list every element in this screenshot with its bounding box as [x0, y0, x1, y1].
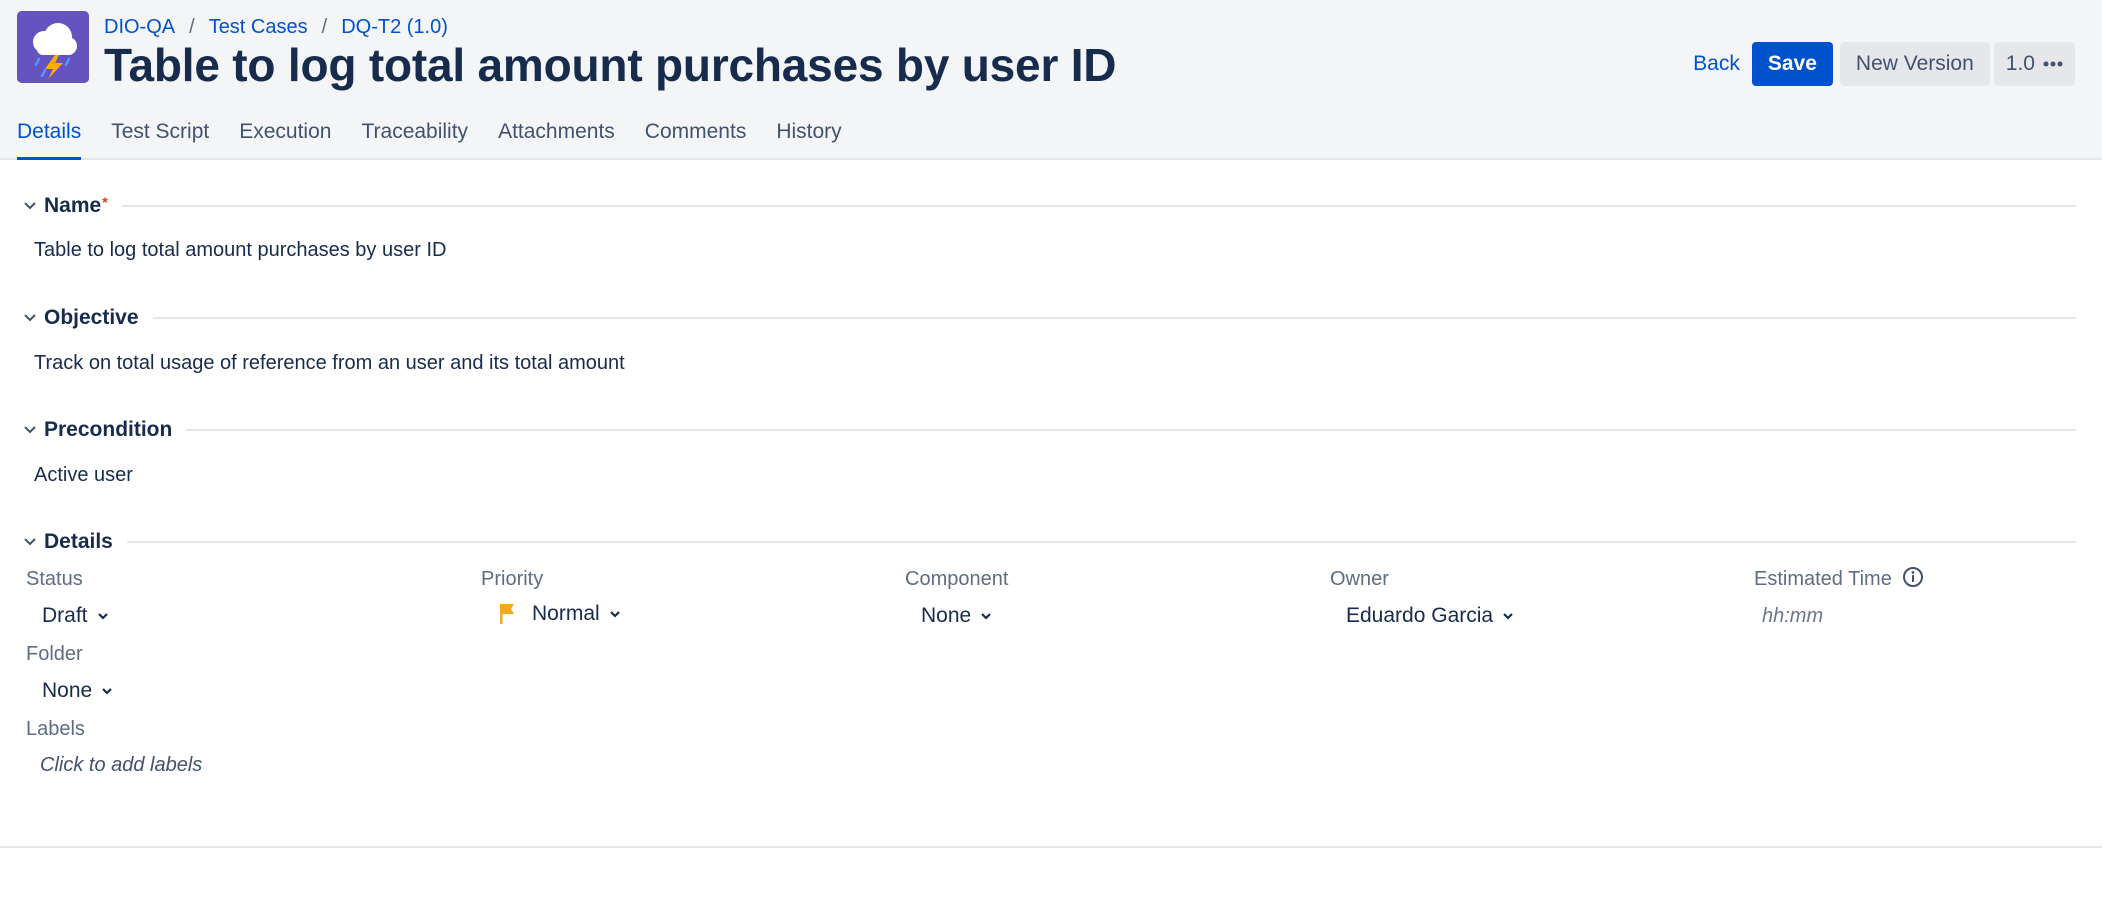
component-label: Component	[905, 568, 1009, 590]
back-button[interactable]: Back	[1685, 42, 1748, 86]
section-details-header[interactable]: Details	[22, 527, 2076, 557]
tab-details[interactable]: Details	[17, 114, 82, 160]
section-precondition-header[interactable]: Precondition	[22, 415, 2076, 445]
folder-value: None	[42, 679, 93, 702]
tab-attachments[interactable]: Attachments	[498, 114, 615, 160]
page-title: Table to log total amount purchases by u…	[104, 39, 1117, 91]
status-value: Draft	[42, 604, 88, 627]
objective-value[interactable]: Track on total usage of reference from a…	[34, 352, 625, 375]
section-precondition-title: Precondition	[44, 418, 173, 441]
chevron-down-icon	[24, 202, 36, 210]
tab-bar: Details Test Script Execution Traceabili…	[17, 114, 872, 160]
add-labels-field[interactable]: Click to add labels	[40, 754, 202, 777]
section-details-title: Details	[44, 530, 113, 553]
section-objective-title: Objective	[44, 306, 139, 329]
name-value[interactable]: Table to log total amount purchases by u…	[34, 239, 446, 262]
folder-label: Folder	[26, 643, 83, 665]
tab-test-script[interactable]: Test Script	[111, 114, 209, 160]
breadcrumb-separator: /	[321, 15, 328, 38]
chevron-down-icon	[24, 314, 36, 322]
section-divider	[186, 429, 2076, 431]
more-options-icon	[2043, 61, 2063, 67]
breadcrumb-project-link[interactable]: DIO-QA	[104, 16, 175, 39]
tab-history[interactable]: History	[776, 114, 841, 160]
version-label: 1.0	[2005, 52, 2035, 75]
tab-execution[interactable]: Execution	[239, 114, 331, 160]
section-objective-header[interactable]: Objective	[22, 303, 2076, 333]
status-label: Status	[26, 568, 83, 590]
chevron-down-icon	[24, 426, 36, 434]
chevron-down-icon	[981, 613, 991, 620]
section-divider	[121, 205, 2076, 207]
status-dropdown[interactable]: Draft	[42, 604, 110, 628]
chevron-down-icon	[24, 538, 36, 546]
tab-traceability[interactable]: Traceability	[361, 114, 468, 160]
priority-dropdown[interactable]: Normal	[498, 602, 622, 626]
breadcrumb: DIO-QA / Test Cases / DQ-T2 (1.0)	[104, 14, 448, 40]
priority-value: Normal	[532, 602, 600, 625]
precondition-value[interactable]: Active user	[34, 464, 133, 487]
chevron-down-icon	[102, 688, 112, 695]
estimated-time-label: Estimated Time	[1754, 568, 1892, 590]
priority-flag-icon	[500, 604, 514, 624]
header-actions: Back Save New Version 1.0	[1685, 42, 2075, 86]
breadcrumb-separator: /	[189, 15, 195, 38]
breadcrumb-test-cases-link[interactable]: Test Cases	[209, 16, 308, 39]
chevron-down-icon	[609, 611, 620, 618]
owner-label: Owner	[1330, 568, 1389, 590]
priority-label: Priority	[481, 568, 544, 590]
folder-dropdown[interactable]: None	[42, 679, 114, 703]
tab-comments[interactable]: Comments	[645, 114, 747, 160]
version-menu-button[interactable]: 1.0	[1993, 42, 2075, 86]
required-marker: *	[102, 194, 108, 210]
test-case-page: DIO-QA / Test Cases / DQ-T2 (1.0) Table …	[0, 0, 2102, 914]
project-avatar[interactable]	[17, 11, 89, 83]
breadcrumb-test-case-link[interactable]: DQ-T2 (1.0)	[341, 16, 448, 39]
labels-label: Labels	[26, 718, 85, 740]
save-button[interactable]: Save	[1751, 42, 1833, 86]
estimated-time-input[interactable]: hh:mm	[1762, 605, 1823, 628]
section-divider	[152, 317, 2076, 319]
section-name-title: Name*	[44, 194, 108, 217]
owner-value: Eduardo Garcia	[1346, 604, 1494, 627]
component-dropdown[interactable]: None	[921, 604, 993, 628]
chevron-down-icon	[1503, 613, 1513, 620]
owner-dropdown[interactable]: Eduardo Garcia	[1346, 604, 1515, 628]
section-name-header[interactable]: Name*	[22, 191, 2076, 221]
storm-cloud-icon	[17, 11, 89, 83]
info-icon[interactable]	[1902, 566, 1924, 588]
content-divider	[0, 846, 2102, 848]
section-divider	[126, 541, 2076, 543]
page-header: DIO-QA / Test Cases / DQ-T2 (1.0) Table …	[0, 0, 2102, 160]
chevron-down-icon	[97, 613, 108, 620]
component-value: None	[921, 604, 972, 627]
new-version-button[interactable]: New Version	[1839, 42, 1990, 86]
